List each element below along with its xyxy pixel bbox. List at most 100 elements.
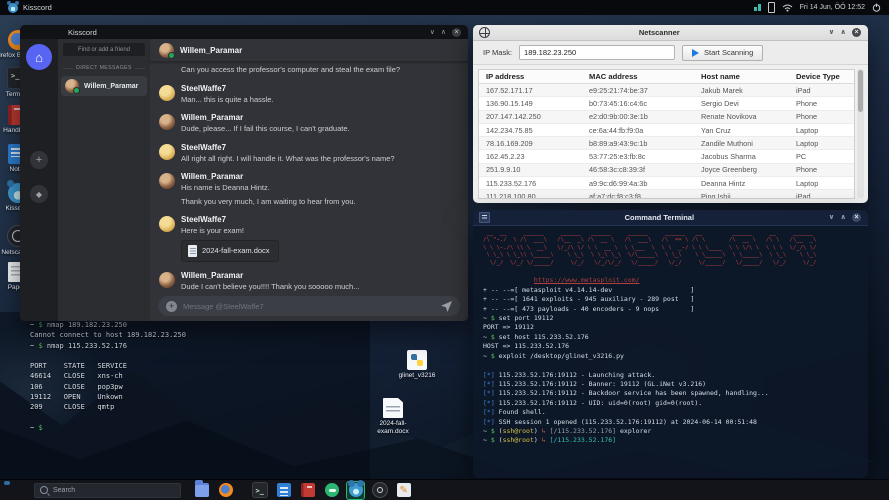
taskbar-app-editor[interactable] [395, 482, 412, 499]
scrollbar-thumb[interactable] [858, 70, 863, 112]
minimize-button[interactable]: ∨ [829, 214, 835, 221]
window-title: Netscanner [638, 28, 680, 37]
message-author: SteelWaffe7 [181, 83, 227, 93]
table-cell: PC [796, 152, 807, 162]
scrollbar[interactable] [857, 69, 864, 198]
terminal-line: PORT => 19112 [483, 323, 534, 332]
terminal-line: ~ $ [30, 423, 43, 432]
terminal-line: [*] 115.233.52.176:19112 - Launching att… [483, 370, 656, 379]
table-cell: Laptop [796, 178, 819, 188]
table-cell: Laptop [796, 125, 819, 135]
attach-plus-icon[interactable]: + [166, 300, 177, 312]
avatar [65, 79, 80, 94]
top-menu-bar: Kisscord Fri 14 Jun, ÖÖ 12:52 [0, 0, 889, 15]
table-row[interactable]: 207.147.142.250 e2:d0:9b:00:3e:1b Renate N… [479, 110, 854, 124]
taskbar-app-green-chat[interactable] [323, 482, 340, 499]
friend-search-input[interactable]: Find or add a friend [63, 43, 145, 56]
table-cell: 111.218.100.80 [486, 192, 536, 199]
terminal-line: __ __ ______ ______ ______ ______ ______… [483, 230, 814, 236]
table-row[interactable]: 111.218.100.80 af:a7:dc:f8:c3:f8 Ping Ishi… [479, 190, 854, 199]
clock[interactable]: Fri 14 Jun, ÖÖ 12:52 [800, 4, 865, 11]
scan-results-table: IP address MAC address Host name Device Typ… [478, 69, 855, 199]
window-title: Kisscord [68, 27, 97, 37]
close-button[interactable]: × [852, 28, 861, 37]
desktop-terminal[interactable]: ~ $ nmap 189.182.23.250 Cannot connect to… [0, 312, 370, 480]
kisscord-window: Kisscord ∨ ∧ × ⌂ + ◆ Find or add a frien… [20, 25, 468, 321]
attachment-file[interactable]: 2024-fall-exam.docx [181, 239, 279, 262]
message-input[interactable]: + Message @SteelWaffe7 [158, 296, 460, 316]
online-status-dot [168, 51, 175, 59]
column-header: MAC address [589, 72, 638, 81]
taskbar-app-file-manager[interactable] [193, 480, 210, 499]
desktop-file-glinet_v3216[interactable]: glinet_v3216 [399, 350, 435, 380]
message-text: Thank you very much, I am waiting to hea… [181, 196, 356, 206]
ip-mask-input[interactable]: 189.182.23.250 [519, 45, 676, 60]
taskbar-app-netscanner[interactable] [371, 482, 388, 499]
editor-icon [396, 483, 411, 497]
table-row[interactable]: 167.52.171.17 e9:25:21:74:be:37 Jakub Mare… [479, 84, 854, 98]
taskbar-app-firefox[interactable] [217, 482, 234, 499]
taskbar-app-notes[interactable] [275, 482, 292, 499]
minimize-button[interactable]: ∨ [430, 29, 435, 36]
netscanner-titlebar[interactable]: Netscanner ∨ ∧ × [473, 25, 868, 41]
table-cell: a9:9c:d6:99:4a:3b [589, 178, 648, 188]
maximize-button[interactable]: ∧ [840, 214, 846, 221]
avatar-willem [159, 271, 175, 288]
avatar-doge [159, 84, 175, 101]
maximize-button[interactable]: ∧ [840, 29, 846, 36]
message-author: SteelWaffe7 [181, 215, 227, 224]
desktop-file-label: glinet_v3216 [398, 372, 436, 379]
kisscord-titlebar[interactable]: Kisscord ∨ ∧ × [20, 25, 468, 39]
table-cell: Zandile Muthoni [701, 138, 753, 148]
close-button[interactable]: × [852, 213, 861, 222]
table-row[interactable]: 251.9.9.10 46:58:3c:c8:39:3f Joyce Greenbe… [479, 163, 854, 178]
taskbar-search-input[interactable]: Search [34, 482, 181, 498]
chat-message: SteelWaffe7 Man... this is quite a hassle… [159, 84, 464, 105]
network-icon[interactable] [753, 4, 761, 11]
message-body: SteelWaffe7 All right all right. I will h… [181, 143, 395, 164]
send-icon[interactable] [441, 300, 452, 312]
taskbar-app-handbook[interactable] [299, 482, 316, 499]
terminal-output[interactable]: __ __ ______ ______ ______ ______ ______… [473, 225, 868, 478]
message-placeholder: Message @SteelWaffe7 [183, 301, 264, 311]
minimize-button[interactable]: ∨ [829, 29, 835, 36]
table-row[interactable]: 162.45.2.23 53:77:25:e3:fb:8c Jacobus Shar… [479, 150, 854, 164]
table-cell: 53:77:25:e3:fb:8c [589, 152, 646, 162]
terminal-titlebar[interactable]: Command Terminal ∨ ∧ × [473, 210, 868, 226]
start-scanning-button[interactable]: Start Scanning [682, 44, 764, 61]
table-row[interactable]: 142.234.75.85 ce:6a:44:fb:f9:0a Yan Cruz La… [479, 124, 854, 138]
table-cell: 78.16.169.209 [486, 138, 533, 148]
maximize-button[interactable]: ∧ [441, 29, 446, 36]
start-menu-button[interactable] [7, 483, 21, 497]
table-cell: b0:73:45:16:c4:6c [589, 98, 648, 108]
table-cell: e2:d0:9b:00:3e:1b [589, 112, 648, 122]
power-icon[interactable] [872, 3, 881, 12]
explore-icon[interactable]: ◆ [30, 185, 48, 203]
active-app-title: Kisscord [23, 3, 52, 12]
dm-list-item-willem[interactable]: Willem_Paramar [61, 76, 147, 96]
phone-icon[interactable] [767, 2, 775, 13]
taskbar-app-kisscord[interactable] [346, 480, 365, 500]
terminal-line: ~ $ (ssh@root) ↳ [/115.233.52.176] explo… [483, 426, 652, 435]
wifi-icon[interactable] [782, 3, 793, 12]
message-author: SteelWaffe7 [181, 142, 227, 152]
table-cell: af:a7:dc:f8:c3:f8 [589, 192, 641, 199]
desktop-file-2024-fall-exam.docx[interactable]: 2024-fall-exam.docx [377, 398, 409, 435]
table-row[interactable]: 136.90.15.149 b0:73:45:16:c4:6c Sergio Dev… [479, 97, 854, 111]
home-button[interactable]: ⌂ [26, 44, 52, 70]
table-cell: iPad [796, 192, 811, 199]
terminal-line: PORT STATE SERVICE [30, 362, 127, 371]
taskbar-app-terminal[interactable] [251, 482, 268, 499]
table-row[interactable]: 115.233.52.176 a9:9c:d6:99:4a:3b Deanna Hi… [479, 177, 854, 191]
close-button[interactable]: × [452, 27, 461, 37]
terminal-line: ~ $ (ssh@root) ↳ [/115.233.52.176] [483, 436, 617, 445]
globe-icon [479, 27, 490, 38]
add-server-button[interactable]: + [30, 151, 48, 169]
message-text: Here is your exam! [181, 226, 244, 235]
table-row[interactable]: 78.16.169.209 b8:89:a9:43:9c:1b Zandile Mu… [479, 137, 854, 151]
message-text: Dude, please... If I fail this course, I… [181, 124, 350, 133]
message-body: Willem_Paramar His name is Deanna Hintz. T… [181, 172, 356, 206]
green-chat-icon [324, 483, 339, 497]
message-list[interactable]: I'm currently in the university cafe and… [159, 62, 464, 291]
